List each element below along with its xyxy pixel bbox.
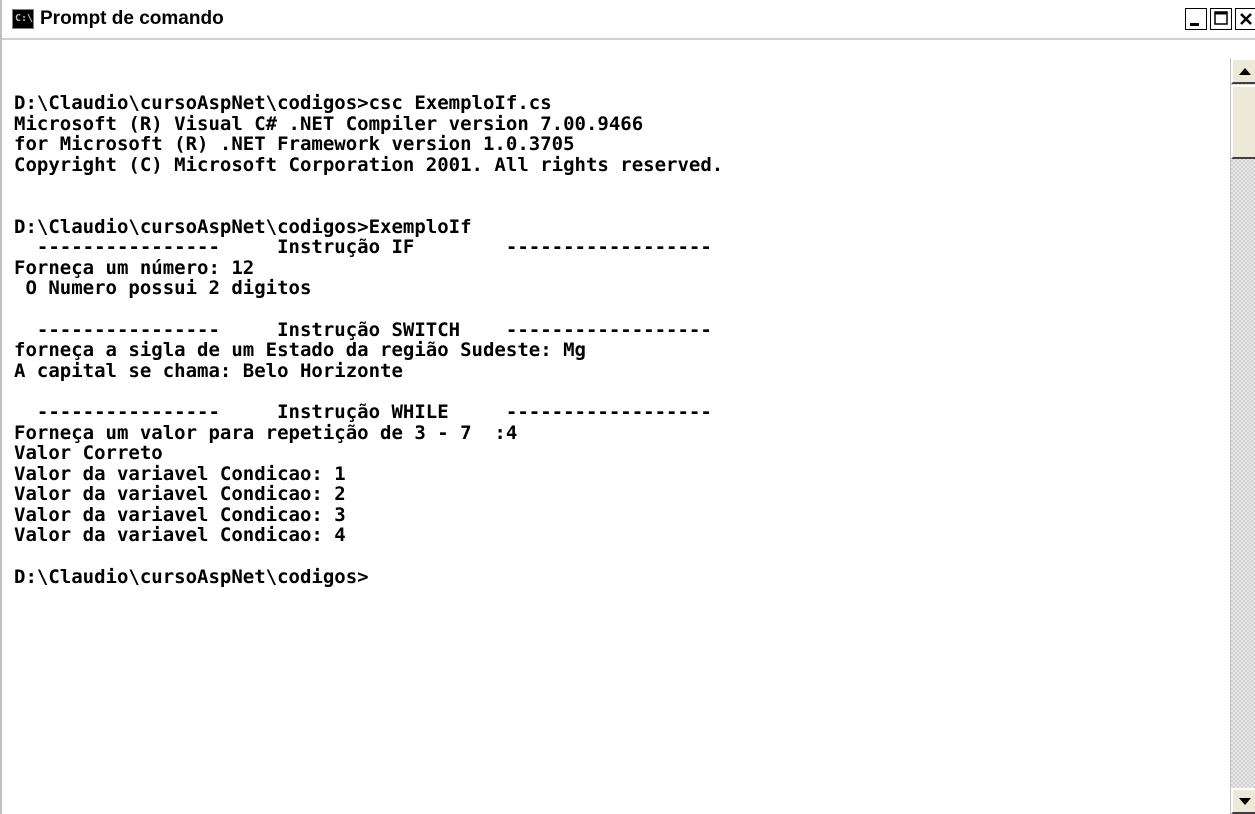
console-line: D:\Claudio\cursoAspNet\codigos>csc Exemp… <box>14 92 552 114</box>
console-line: for Microsoft (R) .NET Framework version… <box>14 133 575 156</box>
arrow-down-icon <box>1239 798 1251 805</box>
console-line: forneça a sigla de um Estado da região S… <box>14 339 586 362</box>
console-line: A capital se chama: Belo Horizonte <box>14 359 403 382</box>
minimize-button[interactable] <box>1185 8 1207 30</box>
console-line: Valor Correto <box>14 442 163 465</box>
scroll-thumb[interactable] <box>1231 85 1255 159</box>
console-line: D:\Claudio\cursoAspNet\codigos> <box>14 565 369 588</box>
console-line: D:\Claudio\cursoAspNet\codigos>ExemploIf <box>14 215 472 238</box>
console-line: Copyright (C) Microsoft Corporation 2001… <box>14 153 724 176</box>
console-line: Valor da variavel Condicao: 2 <box>14 483 346 506</box>
close-button[interactable] <box>1235 8 1255 30</box>
window-title: Prompt de comando <box>40 8 224 29</box>
vertical-scrollbar[interactable] <box>1230 58 1255 814</box>
scroll-up-button[interactable] <box>1231 58 1255 84</box>
close-icon <box>1240 13 1252 25</box>
console-line: Valor da variavel Condicao: 4 <box>14 524 346 547</box>
scroll-down-button[interactable] <box>1231 788 1255 814</box>
console-output[interactable]: D:\Claudio\cursoAspNet\codigos>csc Exemp… <box>4 40 1228 814</box>
console-line: Valor da variavel Condicao: 1 <box>14 462 346 485</box>
title-bar[interactable]: C:\ Prompt de comando <box>2 0 1255 40</box>
minimize-icon <box>1190 23 1199 26</box>
cmd-icon[interactable]: C:\ <box>12 9 34 29</box>
console-line: Forneça um número: 12 <box>14 256 255 279</box>
console-text: D:\Claudio\cursoAspNet\codigos>csc Exemp… <box>14 93 723 587</box>
console-line: Microsoft (R) Visual C# .NET Compiler ve… <box>14 112 644 135</box>
console-line: Valor da variavel Condicao: 3 <box>14 503 346 526</box>
console-line: O Numero possui 2 digitos <box>14 277 312 300</box>
console-line: Forneça um valor para repetição de 3 - 7… <box>14 421 518 444</box>
command-prompt-window: C:\ Prompt de comando D:\Claudio\cursoAs… <box>0 0 1255 814</box>
console-line: ---------------- Instrução IF ----------… <box>14 236 712 259</box>
arrow-up-icon <box>1239 68 1251 75</box>
window-controls <box>1182 8 1255 32</box>
maximize-button[interactable] <box>1210 8 1232 30</box>
maximize-icon <box>1214 11 1228 25</box>
console-line: ---------------- Instrução SWITCH ------… <box>14 318 712 341</box>
console-line: ---------------- Instrução WHILE -------… <box>14 400 712 423</box>
